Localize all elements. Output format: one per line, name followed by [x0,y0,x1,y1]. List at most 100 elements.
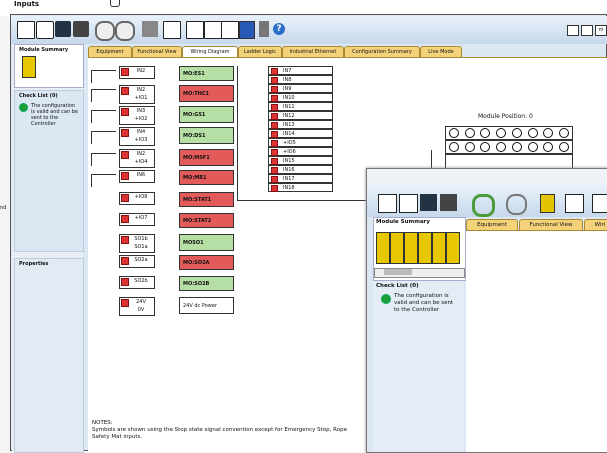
forward-arrow-icon[interactable] [581,25,593,36]
tab-wiring-diagram[interactable]: Wiring Diagram [182,46,238,57]
terminal-column-row[interactable]: IN17 [268,174,333,183]
output-function-box[interactable]: MO:STAT2 [179,213,234,228]
check-list-panel: Check List (0) The configuration is vali… [14,90,84,252]
terminal-column-row[interactable]: IN10 [268,93,333,102]
terminal-column-row[interactable]: IN12 [268,111,333,120]
output-function-box[interactable]: MO:GS1 [179,106,234,123]
terminal-label-b: SO1a [134,244,148,250]
terminal-status-icon [121,194,129,202]
popup-scroll-thumb[interactable] [384,269,412,275]
module-thumbnail[interactable] [22,56,36,78]
connect-icon[interactable] [239,21,255,39]
popup-report-icon[interactable] [565,194,584,213]
device-symbol-icon [156,128,176,142]
popup-module-4[interactable] [418,232,432,264]
device-symbol-icon [156,256,176,270]
device-symbol-icon [156,235,176,249]
pin-icon[interactable] [259,21,269,37]
background-window-title: Inputs [14,0,40,8]
terminal-column-label: IN15 [283,157,295,164]
nav-label[interactable]: m [595,25,607,36]
notes-title: NOTES: [92,420,113,426]
terminal-status-icon [271,149,278,156]
output-function-box[interactable]: MO:MSF1 [179,149,234,166]
output-function-box[interactable]: 24V dc Power [179,297,234,314]
terminal-column-row[interactable]: IN16 [268,165,333,174]
terminal-status-icon [271,122,278,129]
terminal-label-b: 0V [137,307,145,313]
undo-icon[interactable] [95,21,115,41]
terminal-column-row[interactable]: IN11 [268,102,333,111]
popup-status-ok-icon [381,294,391,304]
popup-save-icon[interactable] [420,194,437,211]
output-function-box[interactable]: MO:DS1 [179,127,234,144]
terminal-label-a: SO1b [134,236,148,242]
terminal-column-row[interactable]: IN18 [268,183,333,192]
popup-module-1[interactable] [376,232,390,264]
tab-live-mode[interactable]: Live Mode [420,46,462,57]
device-symbol-icon [156,67,176,81]
check-list-title: Check List (0) [19,93,58,99]
output-function-box[interactable]: MO:THC1 [179,85,234,102]
output-function-box[interactable]: MO:SO2B [179,276,234,291]
terminal-column-row[interactable]: IN14 [268,129,333,138]
terminal-column-row[interactable]: IN15 [268,156,333,165]
properties-panel: Properties [14,258,84,453]
device-symbol-icon [156,193,176,207]
popup-print-icon[interactable] [440,194,457,211]
help-icon[interactable]: ? [273,23,285,35]
popup-titlebar[interactable] [367,169,607,185]
popup-module-3[interactable] [404,232,418,264]
popup-module-6[interactable] [446,232,460,264]
output-function-box[interactable]: MO:STAT1 [179,192,234,207]
popup-module-5[interactable] [432,232,446,264]
page2-icon[interactable] [221,21,239,39]
open-folder-icon[interactable] [36,21,54,39]
popup-undo-icon[interactable] [472,194,495,217]
terminal-status-icon [121,215,129,223]
terminal-status-icon [271,185,278,192]
output-function-box[interactable]: MOSO1 [179,234,234,251]
terminal-column-row[interactable]: IN9 [268,84,333,93]
new-document-icon[interactable] [17,21,35,39]
popup-lock-icon[interactable] [592,194,607,213]
background-icon [110,0,120,7]
tab-configuration-summary[interactable]: Configuration Summary [344,46,420,57]
tab-ladder-logic[interactable]: Ladder Logic [238,46,282,57]
popup-open-icon[interactable] [399,194,418,213]
popup-redo-icon[interactable] [506,194,527,215]
terminal-column-label: IN9 [283,85,292,92]
terminal-column-label: IN14 [283,130,295,137]
tab-industrial-ethernet[interactable]: Industrial Ethernet [282,46,344,57]
module-tool-icon[interactable] [142,21,158,37]
terminal-status-icon [271,77,278,84]
output-function-box[interactable]: MO:SO2A [179,255,234,270]
field-device-icon [91,131,116,144]
terminal-column-row[interactable]: IN13 [268,120,333,129]
terminal-column-row[interactable]: IN7 [268,66,333,75]
redo-icon[interactable] [115,21,135,41]
terminal-column-label: IN17 [283,175,295,182]
popup-canvas [466,230,607,452]
popup-module-2[interactable] [390,232,404,264]
output-function-box[interactable]: MO:MR1 [179,170,234,185]
device-symbol-icon [156,298,176,312]
lock-icon[interactable] [186,21,204,39]
tab-functional-view[interactable]: Functional View [132,46,182,57]
terminal-row-bottom [445,140,573,154]
tab-equipment[interactable]: Equipment [88,46,132,57]
back-arrow-icon[interactable] [567,25,579,36]
terminal-row-top [445,126,573,140]
output-function-box[interactable]: MO:ES1 [179,66,234,81]
save-icon[interactable] [55,21,71,37]
terminal-column-label: IN10 [283,94,295,101]
terminal-status-icon [271,167,278,174]
page-icon[interactable] [204,21,222,39]
terminal-column-row[interactable]: IN8 [268,75,333,84]
report-icon[interactable] [163,21,181,39]
terminal-column-row[interactable]: +IO5 [268,138,333,147]
popup-new-icon[interactable] [378,194,397,213]
popup-module-icon[interactable] [540,194,555,213]
print-icon[interactable] [73,21,89,37]
terminal-column-row[interactable]: +IO6 [268,147,333,156]
